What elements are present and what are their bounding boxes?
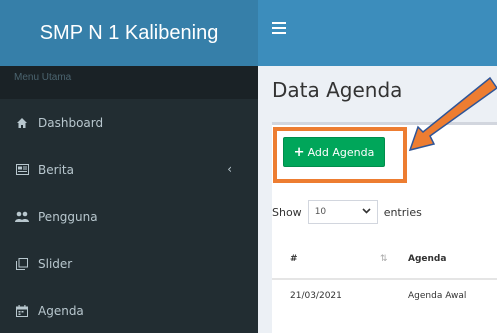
- sidebar: Menu Utama Dashboard Berita ‹ Pengguna S…: [0, 66, 258, 333]
- column-header-agenda[interactable]: Agenda: [408, 254, 446, 264]
- column-header-number[interactable]: #: [290, 254, 298, 264]
- table-header: # ⇅ Agenda: [272, 240, 497, 280]
- sidebar-item-label: Dashboard: [38, 115, 104, 130]
- hamburger-icon[interactable]: [272, 22, 286, 36]
- show-label: Show: [272, 205, 302, 219]
- sidebar-item-label: Pengguna: [38, 209, 98, 224]
- chevron-down-icon: [362, 207, 371, 217]
- sidebar-item-dashboard[interactable]: Dashboard: [0, 99, 258, 146]
- table-row: 21/03/2021 Agenda Awal: [272, 282, 497, 312]
- highlight-box: [273, 127, 407, 183]
- entries-control: Show 10 entries: [272, 200, 422, 224]
- sidebar-item-label: Slider: [38, 256, 73, 271]
- page-title: Data Agenda: [272, 78, 403, 102]
- sidebar-header: Menu Utama: [0, 66, 258, 99]
- newspaper-icon: [14, 164, 30, 175]
- entries-label: entries: [383, 205, 422, 219]
- users-icon: [14, 211, 30, 223]
- chevron-left-icon: ‹: [227, 162, 232, 176]
- home-icon: [14, 117, 30, 129]
- entries-value: 10: [314, 207, 327, 217]
- sidebar-item-label: Agenda: [38, 303, 84, 318]
- sidebar-item-slider[interactable]: Slider: [0, 240, 258, 287]
- brand-title[interactable]: SMP N 1 Kalibening: [0, 0, 258, 66]
- entries-select[interactable]: 10: [307, 200, 378, 224]
- sidebar-item-pengguna[interactable]: Pengguna: [0, 193, 258, 240]
- cell-date: 21/03/2021: [290, 291, 342, 301]
- sidebar-item-agenda[interactable]: Agenda: [0, 287, 258, 333]
- calendar-icon: [14, 304, 30, 317]
- top-navbar: [258, 0, 497, 66]
- sidebar-item-berita[interactable]: Berita ‹: [0, 146, 258, 193]
- annotation-arrow-icon: [408, 76, 497, 152]
- cell-agenda: Agenda Awal: [408, 291, 467, 301]
- sidebar-item-label: Berita: [38, 162, 74, 177]
- sort-icon[interactable]: ⇅: [380, 254, 388, 264]
- slider-icon: [14, 257, 30, 270]
